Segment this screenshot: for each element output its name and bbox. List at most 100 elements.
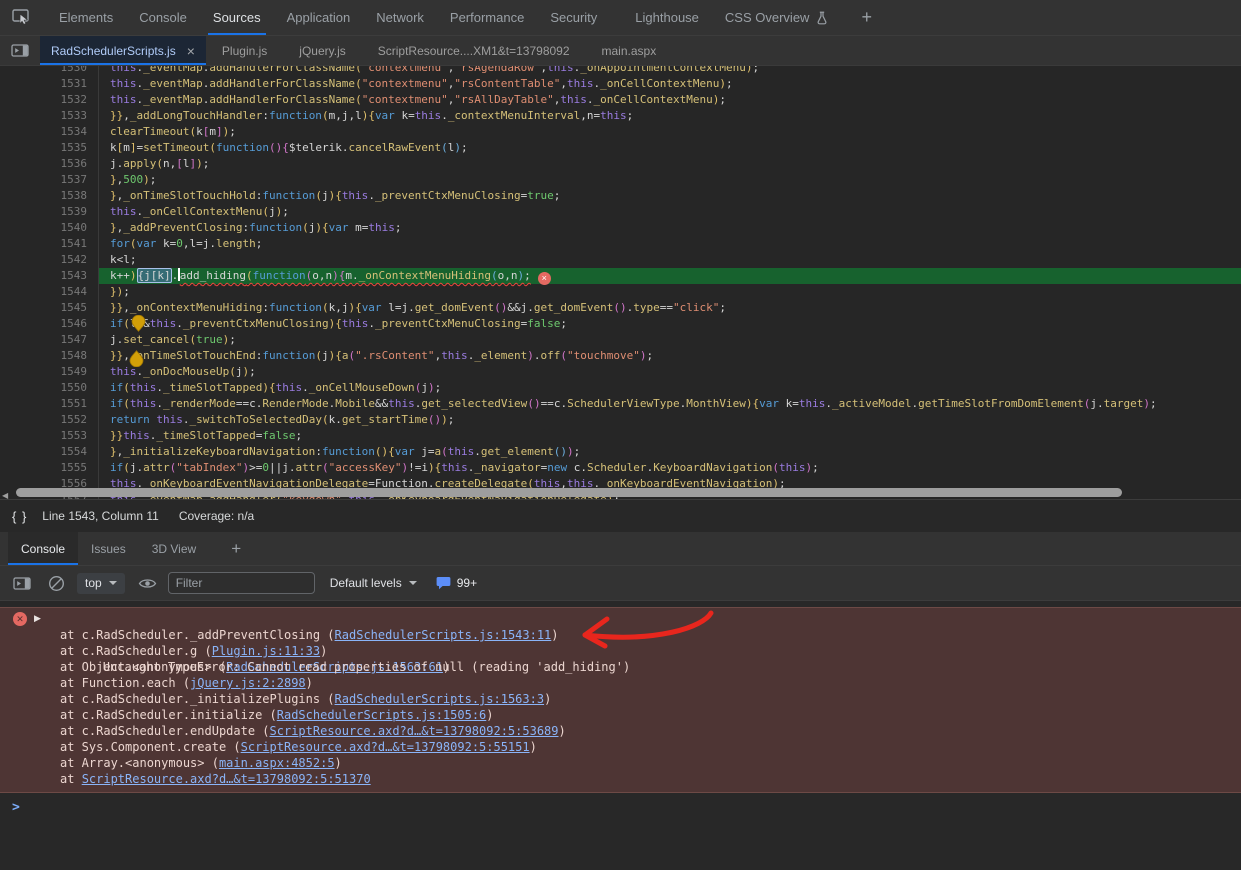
line-number[interactable]: 1553	[0, 428, 99, 444]
line-number[interactable]: 1552	[0, 412, 99, 428]
code-text[interactable]: },_addPreventClosing:function(j){var m=t…	[99, 220, 1241, 236]
drawer-tab-console[interactable]: Console	[8, 532, 78, 565]
line-number[interactable]: 1531	[0, 76, 99, 92]
code-text[interactable]: }},_onTimeSlotTouchEnd:function(j){a(".r…	[99, 348, 1241, 364]
line-number[interactable]: 1546	[0, 316, 99, 332]
line-number[interactable]: 1549	[0, 364, 99, 380]
line-number[interactable]: 1551	[0, 396, 99, 412]
code-text[interactable]: }}this._timeSlotTapped=false;	[99, 428, 1241, 444]
close-icon[interactable]: ×	[184, 43, 198, 59]
line-number[interactable]: 1539	[0, 204, 99, 220]
line-number[interactable]: 1548	[0, 348, 99, 364]
console-filter-input[interactable]	[168, 572, 315, 594]
line-number[interactable]: 1544	[0, 284, 99, 300]
line-number[interactable]: 1532	[0, 92, 99, 108]
code-text[interactable]: if(this._renderMode==c.RenderMode.Mobile…	[99, 396, 1241, 412]
code-text[interactable]: k++){j[k].add_hiding(function(o,n){m._on…	[99, 268, 1241, 284]
source-link[interactable]: ScriptResource.axd?d…&t=13798092:5:55151	[241, 740, 530, 754]
line-number[interactable]: 1536	[0, 156, 99, 172]
tab-application[interactable]: Application	[282, 0, 356, 35]
code-text[interactable]: this._eventMap.addHandlerForClassName("c…	[99, 92, 1241, 108]
source-link[interactable]: ScriptResource.axd?d…&t=13798092:5:53689	[270, 724, 559, 738]
file-tab-plugin-js[interactable]: Plugin.js	[206, 36, 283, 65]
clear-console-icon[interactable]	[48, 575, 65, 592]
code-text[interactable]: if(this._timeSlotTapped){this._onCellMou…	[99, 380, 1241, 396]
line-number[interactable]: 1545	[0, 300, 99, 316]
selection-handle-bottom[interactable]	[128, 350, 145, 367]
source-link[interactable]: RadSchedulerScripts.js:1505:6	[277, 708, 487, 722]
line-number[interactable]: 1554	[0, 444, 99, 460]
tab-sources[interactable]: Sources	[208, 0, 266, 35]
code-line: 1545}},_onContextMenuHiding:function(k,j…	[0, 300, 1241, 316]
code-text[interactable]: return this._switchToSelectedDay(k.get_s…	[99, 412, 1241, 428]
line-number[interactable]: 1538	[0, 188, 99, 204]
tab-security[interactable]: Security	[545, 0, 602, 35]
line-number[interactable]: 1530	[0, 66, 99, 76]
live-expression-eye-icon[interactable]	[138, 577, 157, 590]
drawer-tab-issues[interactable]: Issues	[78, 532, 139, 565]
line-number[interactable]: 1534	[0, 124, 99, 140]
code-text[interactable]: },_onTimeSlotTouchHold:function(j){this.…	[99, 188, 1241, 204]
scrollbar-thumb[interactable]	[16, 488, 1122, 497]
code-text[interactable]: },500);	[99, 172, 1241, 188]
tab-performance[interactable]: Performance	[445, 0, 529, 35]
file-tab-main-aspx[interactable]: main.aspx	[586, 36, 673, 65]
source-link[interactable]: RadSchedulerScripts.js:1563:3	[335, 692, 545, 706]
code-text[interactable]: clearTimeout(k[m]);	[99, 124, 1241, 140]
code-text[interactable]: if(j.attr("tabIndex")>=0||j.attr("access…	[99, 460, 1241, 476]
log-levels-dropdown[interactable]: Default levels	[330, 576, 417, 590]
line-number[interactable]: 1543	[0, 268, 99, 284]
code-line: 1553}}this._timeSlotTapped=false;	[0, 428, 1241, 444]
expand-triangle-icon[interactable]: ▶	[34, 611, 41, 627]
javascript-context-dropdown[interactable]: top	[77, 573, 125, 594]
tab-network[interactable]: Network	[371, 0, 429, 35]
code-text[interactable]: },_initializeKeyboardNavigation:function…	[99, 444, 1241, 460]
show-navigator-icon[interactable]	[0, 36, 40, 65]
line-number[interactable]: 1537	[0, 172, 99, 188]
code-text[interactable]: }},_addLongTouchHandler:function(m,j,l){…	[99, 108, 1241, 124]
source-link[interactable]: RadSchedulerScripts.js:1543:11	[335, 628, 552, 642]
code-text[interactable]: this._onDocMouseUp(j);	[99, 364, 1241, 380]
code-text[interactable]: for(var k=0,l=j.length;	[99, 236, 1241, 252]
code-text[interactable]: this._eventMap.addHandlerForClassName("c…	[99, 76, 1241, 92]
inspect-element-icon[interactable]	[12, 0, 30, 35]
line-number[interactable]: 1555	[0, 460, 99, 476]
code-text[interactable]: }},_onContextMenuHiding:function(k,j){va…	[99, 300, 1241, 316]
file-tab-jquery-js[interactable]: jQuery.js	[283, 36, 361, 65]
code-text[interactable]: this._eventMap.addHandlerForClassName("c…	[99, 66, 1241, 76]
source-link[interactable]: Plugin.js:11:33	[212, 644, 320, 658]
line-number[interactable]: 1535	[0, 140, 99, 156]
tab-css-overview[interactable]: CSS Overview	[720, 0, 834, 35]
file-tab-scriptresource-xm1-t-13798092[interactable]: ScriptResource....XM1&t=13798092	[362, 36, 586, 65]
add-drawer-tab-button[interactable]: +	[225, 532, 247, 565]
line-number[interactable]: 1533	[0, 108, 99, 124]
tab-elements[interactable]: Elements	[54, 0, 118, 35]
code-text[interactable]: k[m]=setTimeout(function(){$telerik.canc…	[99, 140, 1241, 156]
code-text[interactable]: j.apply(n,[l]);	[99, 156, 1241, 172]
code-text[interactable]: j.set_cancel(true);	[99, 332, 1241, 348]
line-number[interactable]: 1541	[0, 236, 99, 252]
code-text[interactable]: this._onCellContextMenu(j);	[99, 204, 1241, 220]
console-input[interactable]: >	[0, 793, 1241, 816]
horizontal-scrollbar[interactable]: ◀	[0, 487, 1241, 498]
selection-handle-top[interactable]	[130, 315, 147, 332]
messages-count[interactable]: 99+	[436, 576, 477, 590]
tab-console[interactable]: Console	[134, 0, 192, 35]
pretty-print-icon[interactable]: { }	[12, 509, 27, 524]
line-number[interactable]: 1547	[0, 332, 99, 348]
line-number[interactable]: 1550	[0, 380, 99, 396]
scroll-left-arrow-icon[interactable]: ◀	[2, 488, 8, 499]
code-text[interactable]: });	[99, 284, 1241, 300]
drawer-tab-3d-view[interactable]: 3D View	[139, 532, 209, 565]
source-link[interactable]: main.aspx:4852:5	[219, 756, 335, 770]
line-number[interactable]: 1540	[0, 220, 99, 236]
more-tabs-button[interactable]: +	[855, 0, 878, 35]
file-tab-radschedulerscripts-js[interactable]: RadSchedulerScripts.js×	[40, 36, 206, 65]
code-text[interactable]: if(l&&this._preventCtxMenuClosing){this.…	[99, 316, 1241, 332]
source-link[interactable]: ScriptResource.axd?d…&t=13798092:5:51370	[82, 772, 371, 786]
source-link[interactable]: jQuery.js:2:2898	[190, 676, 306, 690]
tab-lighthouse[interactable]: Lighthouse	[630, 0, 704, 35]
code-text[interactable]: k<l;	[99, 252, 1241, 268]
console-sidebar-icon[interactable]	[13, 577, 31, 590]
line-number[interactable]: 1542	[0, 252, 99, 268]
